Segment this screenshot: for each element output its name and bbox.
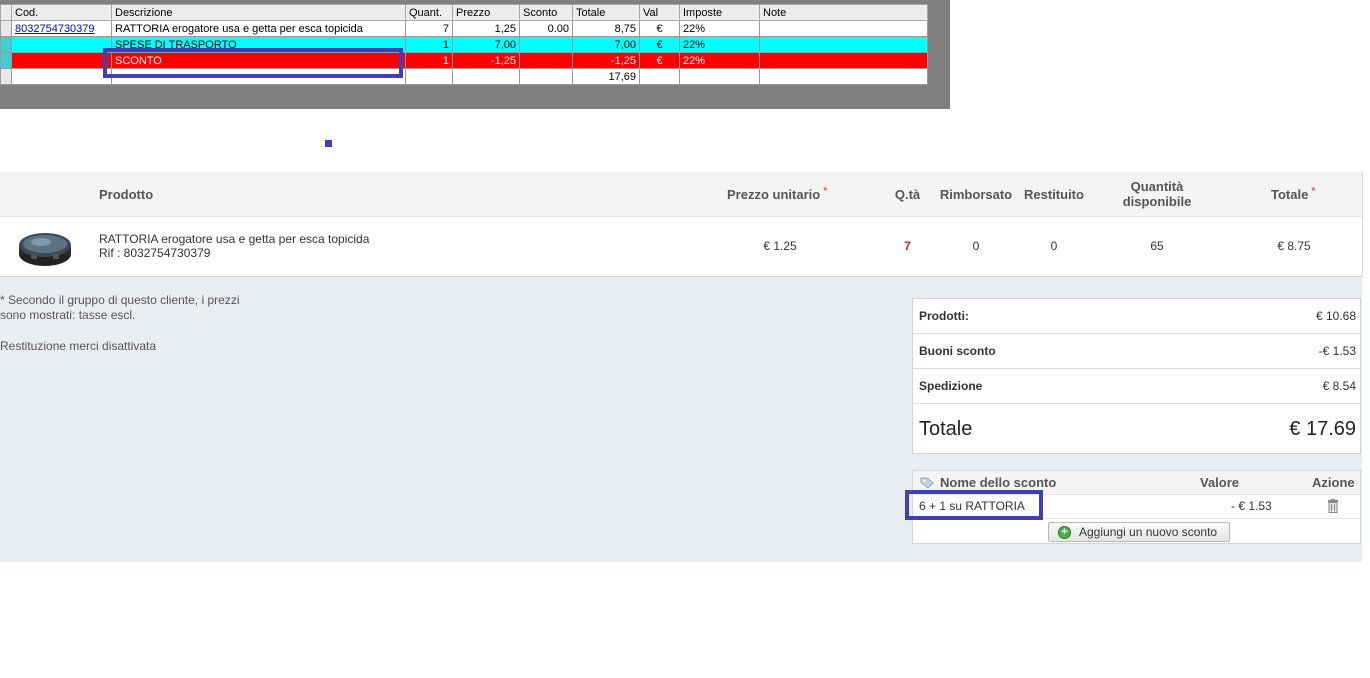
note-cell[interactable] — [759, 52, 928, 69]
price-cell[interactable]: -1,25 — [452, 52, 520, 69]
currency-cell[interactable]: € — [639, 20, 680, 37]
total-cell[interactable]: 7,00 — [572, 36, 640, 53]
products-table: Prodotto Prezzo unitario * Q.tà Rimborsat… — [0, 172, 1363, 277]
delete-discount-button[interactable] — [1327, 494, 1339, 518]
product-info: RATTORIA erogatore usa e getta per esca … — [99, 232, 369, 260]
row-indicator[interactable] — [0, 20, 12, 37]
col-header-tax[interactable]: Imposte — [679, 4, 760, 21]
description-cell[interactable]: RATTORIA erogatore usa e getta per esca … — [111, 20, 406, 37]
totals-grand-total-row: Totale € 17.69 — [919, 417, 1356, 440]
required-asterisk: * — [1311, 185, 1316, 197]
header-product: Prodotto — [99, 186, 154, 202]
code-cell[interactable] — [11, 52, 112, 69]
col-header-quantity[interactable]: Quant. — [405, 4, 453, 21]
col-header-description[interactable]: Descrizione — [111, 4, 406, 21]
discount-value: - € 1.53 — [1231, 499, 1272, 513]
header-unit-price: Prezzo unitario * — [727, 185, 828, 202]
header-qty: Q.tà — [894, 186, 921, 202]
col-header-note[interactable]: Note — [759, 4, 928, 21]
col-header-total[interactable]: Totale — [572, 4, 640, 21]
returns-note: Restituzione merci disattivata — [0, 339, 157, 353]
header-total: Totale * — [1271, 185, 1316, 202]
discount-cell[interactable] — [519, 52, 573, 69]
currency-cell[interactable]: € — [639, 36, 680, 53]
returned-value: 0 — [1050, 239, 1058, 253]
discount-value-header: Valore — [1200, 475, 1240, 490]
required-asterisk: * — [823, 185, 828, 197]
quantity-cell[interactable]: 1 — [405, 36, 453, 53]
note-cell[interactable] — [759, 36, 928, 53]
col-header-price[interactable]: Prezzo — [452, 4, 520, 21]
discount-cell[interactable] — [519, 36, 573, 53]
highlight-box-discount — [905, 490, 1043, 520]
totals-products-row: Prodotti: € 10.68 — [913, 299, 1360, 334]
quantity-cell[interactable]: 7 — [405, 20, 453, 37]
product-code-link[interactable]: 8032754730379 — [15, 23, 95, 35]
row-indicator[interactable] — [0, 36, 12, 53]
product-name[interactable]: RATTORIA erogatore usa e getta per esca … — [99, 232, 369, 246]
available-value: 65 — [1150, 239, 1164, 253]
add-icon: + — [1058, 525, 1071, 539]
tax-note: * Secondo il gruppo di questo cliente, i… — [0, 293, 240, 322]
trash-icon[interactable] — [1327, 499, 1339, 513]
order-panel: Prodotto Prezzo unitario * Q.tà Rimborsat… — [0, 172, 1363, 562]
price-cell[interactable]: 1,25 — [452, 20, 520, 37]
totals-vouchers-row: Buoni sconto -€ 1.53 — [913, 334, 1360, 369]
unit-price-value: € 1.25 — [763, 239, 797, 253]
code-cell[interactable] — [11, 36, 112, 53]
grand-total-value: 17,69 — [572, 68, 640, 85]
legacy-header-row: Cod. Descrizione Quant. Prezzo Sconto To… — [0, 4, 928, 21]
col-header-code[interactable]: Cod. — [11, 4, 112, 21]
table-row[interactable]: 8032754730379 RATTORIA erogatore usa e g… — [0, 20, 928, 37]
tax-cell[interactable]: 22% — [679, 20, 760, 37]
discount-action-header: Azione — [1312, 475, 1355, 490]
total-cell[interactable]: 8,75 — [572, 20, 640, 37]
totals-shipping-row: Spedizione € 8.54 — [913, 369, 1360, 404]
col-header-discount[interactable]: Sconto — [519, 4, 573, 21]
col-header-currency[interactable]: Val — [639, 4, 680, 21]
tax-cell[interactable]: 22% — [679, 36, 760, 53]
row-indicator[interactable] — [0, 52, 12, 69]
currency-cell[interactable]: € — [639, 52, 680, 69]
header-available: Quantità disponibile — [1122, 179, 1192, 209]
add-discount-button[interactable]: + Aggiungi un nuovo sconto — [1048, 522, 1230, 542]
tag-icon — [920, 477, 934, 489]
product-ref: Rif : 8032754730379 — [99, 246, 211, 260]
refunded-value: 0 — [972, 239, 980, 253]
quantity-cell[interactable]: 1 — [405, 52, 453, 69]
discount-cell[interactable]: 0.00 — [519, 20, 573, 37]
highlight-box-sconto — [103, 48, 403, 78]
line-total-value: € 8.75 — [1277, 239, 1311, 253]
order-totals: Prodotti: € 10.68 Buoni sconto -€ 1.53 S… — [912, 298, 1361, 454]
price-cell[interactable]: 7,00 — [452, 36, 520, 53]
products-header: Prodotto Prezzo unitario * Q.tà Rimborsat… — [0, 172, 1362, 217]
header-returned: Restituito — [1024, 186, 1084, 202]
tax-cell[interactable]: 22% — [679, 52, 760, 69]
quantity-value: 7 — [904, 239, 911, 253]
annotation-marker — [325, 140, 332, 147]
code-cell[interactable]: 8032754730379 — [11, 20, 112, 37]
header-refunded: Rimborsato — [939, 186, 1013, 202]
note-cell[interactable] — [759, 20, 928, 37]
total-cell[interactable]: -1,25 — [572, 52, 640, 69]
product-thumbnail — [19, 233, 71, 266]
